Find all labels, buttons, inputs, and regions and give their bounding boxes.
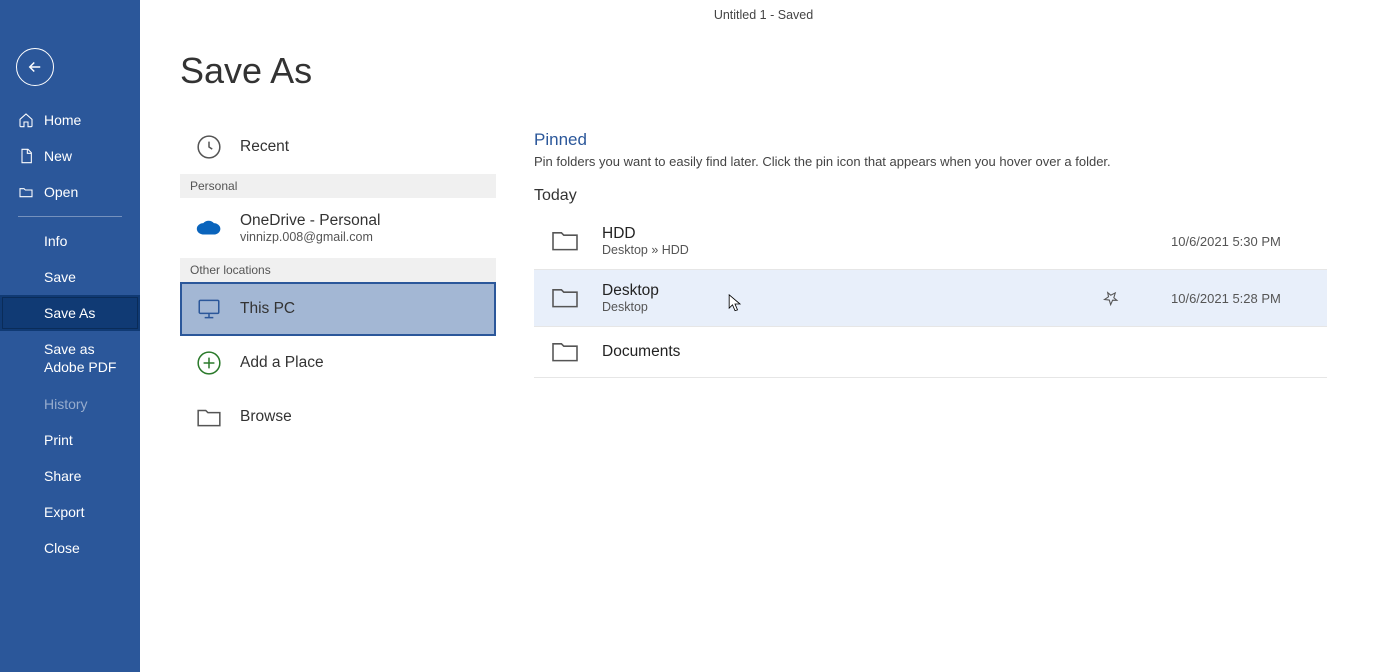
folder-name: HDD	[602, 225, 1081, 243]
nav-home[interactable]: Home	[0, 102, 140, 138]
nav-close[interactable]: Close	[0, 530, 140, 566]
folders-panel: Pinned Pin folders you want to easily fi…	[500, 130, 1387, 672]
page-title: Save As	[180, 50, 500, 92]
nav-share-label: Share	[44, 468, 81, 484]
folder-name: Documents	[602, 343, 1081, 361]
folder-row[interactable]: Desktop Desktop 10/6/2021 5:28 PM	[534, 270, 1327, 327]
location-add-place-label: Add a Place	[240, 354, 324, 372]
nav-save-as[interactable]: Save As	[0, 295, 140, 331]
home-icon	[18, 112, 34, 128]
pc-icon	[196, 296, 222, 322]
nav-share[interactable]: Share	[0, 458, 140, 494]
nav-info[interactable]: Info	[0, 223, 140, 259]
folder-icon	[550, 228, 580, 254]
section-other: Other locations	[180, 258, 496, 282]
onedrive-title: OneDrive - Personal	[240, 212, 380, 230]
document-title: Untitled 1 - Saved	[714, 8, 813, 22]
nav-history: History	[0, 386, 140, 422]
pin-icon-placeholder	[1103, 233, 1119, 249]
location-this-pc-label: This PC	[240, 300, 295, 318]
section-personal: Personal	[180, 174, 496, 198]
backstage-sidebar: Home New Open Info Save Save As Save as …	[0, 0, 140, 672]
nav-home-label: Home	[44, 112, 81, 128]
folder-icon	[550, 285, 580, 311]
arrow-left-icon	[26, 58, 44, 76]
nav-open[interactable]: Open	[0, 174, 140, 210]
onedrive-icon	[196, 215, 222, 241]
nav-save-label: Save	[44, 269, 76, 285]
nav-info-label: Info	[44, 233, 67, 249]
nav-export[interactable]: Export	[0, 494, 140, 530]
document-icon	[18, 148, 34, 164]
location-recent[interactable]: Recent	[180, 120, 496, 174]
location-add-place[interactable]: Add a Place	[180, 336, 496, 390]
clock-icon	[196, 134, 222, 160]
browse-folder-icon	[196, 404, 222, 430]
back-button[interactable]	[16, 48, 54, 86]
nav-history-label: History	[44, 396, 88, 412]
folder-row[interactable]: Documents	[534, 327, 1327, 378]
main-area: Untitled 1 - Saved Save As Recent Person…	[140, 0, 1387, 672]
nav-save[interactable]: Save	[0, 259, 140, 295]
folder-row[interactable]: HDD Desktop » HDD 10/6/2021 5:30 PM	[534, 213, 1327, 270]
folder-path: Desktop » HDD	[602, 243, 1081, 257]
folder-path: Desktop	[602, 300, 1081, 314]
nav-print[interactable]: Print	[0, 422, 140, 458]
location-browse-label: Browse	[240, 408, 292, 426]
folder-icon	[550, 339, 580, 365]
nav-open-label: Open	[44, 184, 78, 200]
folder-date: 10/6/2021 5:30 PM	[1171, 234, 1311, 249]
pinned-heading: Pinned	[534, 130, 1327, 150]
nav-print-label: Print	[44, 432, 73, 448]
pinned-help: Pin folders you want to easily find late…	[534, 154, 1327, 169]
pin-icon-placeholder	[1103, 344, 1119, 360]
folder-date: 10/6/2021 5:28 PM	[1171, 291, 1311, 306]
nav-separator	[18, 216, 122, 217]
location-onedrive[interactable]: OneDrive - Personal vinnizp.008@gmail.co…	[180, 198, 496, 258]
nav-new[interactable]: New	[0, 138, 140, 174]
locations-panel: Save As Recent Personal OneDrive - Perso…	[140, 30, 500, 672]
today-heading: Today	[534, 187, 1327, 205]
location-browse[interactable]: Browse	[180, 390, 496, 444]
nav-save-as-label: Save As	[44, 305, 95, 321]
nav-save-as-adobe-pdf-label: Save as Adobe PDF	[44, 341, 122, 376]
pin-icon[interactable]	[1103, 290, 1119, 306]
location-this-pc[interactable]: This PC	[180, 282, 496, 336]
nav-new-label: New	[44, 148, 72, 164]
folder-name: Desktop	[602, 282, 1081, 300]
nav-export-label: Export	[44, 504, 84, 520]
onedrive-email: vinnizp.008@gmail.com	[240, 230, 380, 244]
folder-open-icon	[18, 184, 34, 200]
nav-close-label: Close	[44, 540, 80, 556]
nav-save-as-adobe-pdf[interactable]: Save as Adobe PDF	[0, 331, 140, 386]
titlebar: Untitled 1 - Saved	[140, 0, 1387, 30]
add-place-icon	[196, 350, 222, 376]
location-recent-label: Recent	[240, 138, 289, 156]
